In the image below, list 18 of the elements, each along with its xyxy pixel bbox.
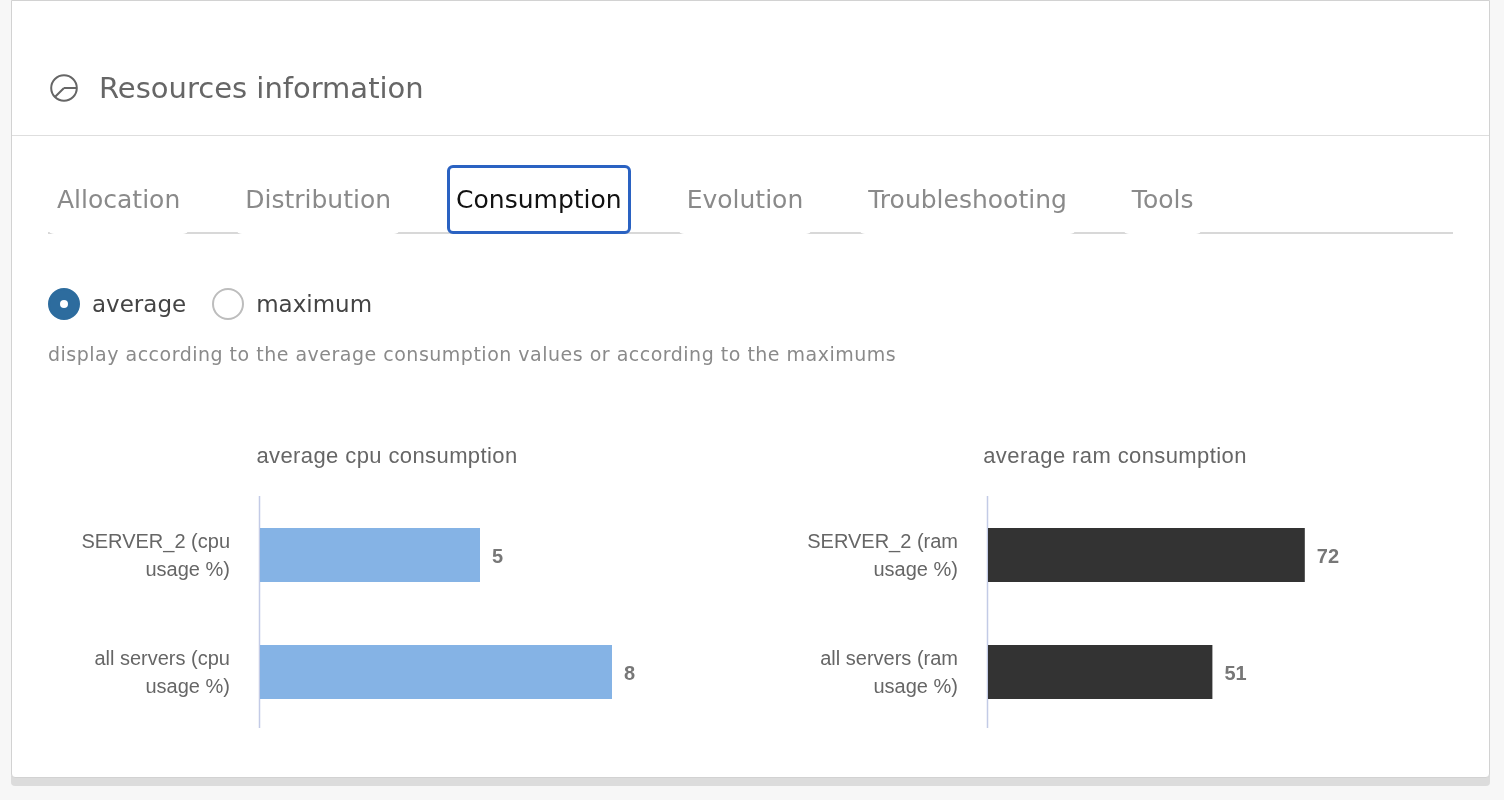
category-label: all servers (cpu usage %) [93, 646, 230, 699]
value-label: 8 [624, 662, 636, 684]
description-text: display according to the average consumption values or according to the maximums [48, 343, 897, 365]
category-label: SERVER_2 (cpu usage %) [80, 529, 230, 582]
chart-title: average cpu consumption [256, 443, 518, 468]
radio-label[interactable]: average [92, 291, 187, 317]
chart-title: average ram consumption [983, 443, 1247, 468]
category-label: SERVER_2 (ram usage %) [806, 529, 958, 582]
pie-chart-icon [50, 74, 78, 102]
tab[interactable]: Consumption [447, 165, 631, 234]
value-label: 51 [1224, 662, 1247, 684]
radio-button[interactable] [212, 288, 245, 320]
radio-button[interactable] [48, 288, 80, 320]
value-label: 72 [1316, 545, 1340, 567]
panel-title: Resources information [99, 71, 424, 105]
category-label: all servers (ram usage %) [819, 646, 958, 699]
value-label: 5 [492, 545, 504, 567]
radio-label[interactable]: maximum [256, 291, 373, 317]
